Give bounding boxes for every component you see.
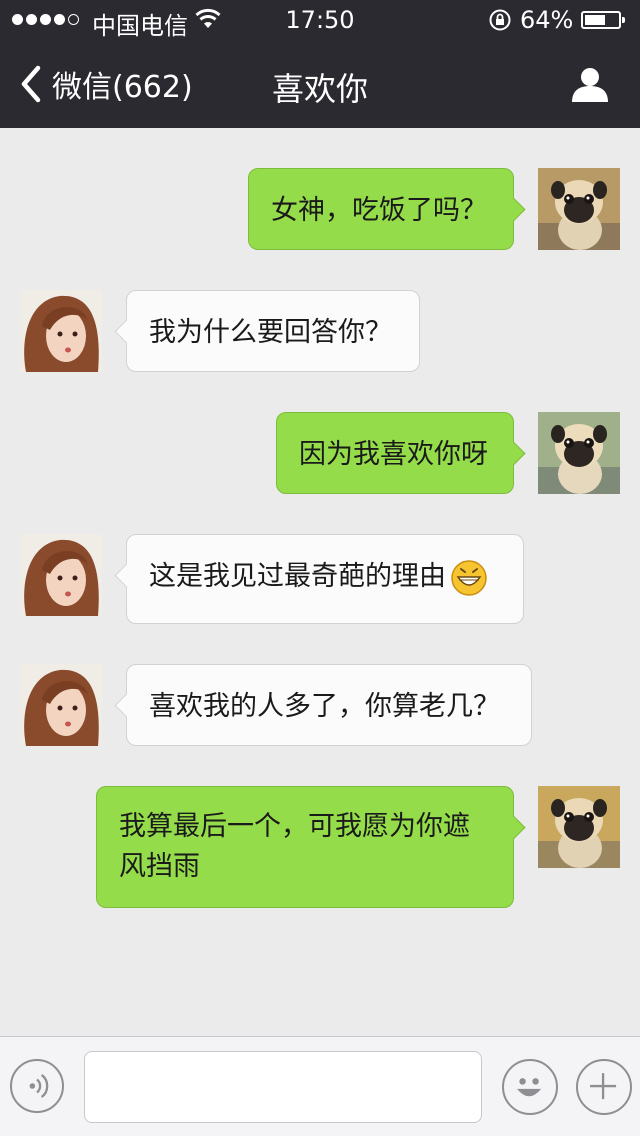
message-input[interactable] — [84, 1051, 482, 1123]
sent-bubble[interactable]: 因为我喜欢你呀 — [276, 412, 526, 494]
sent-bubble[interactable]: 女神，吃饭了吗？ — [248, 168, 526, 250]
battery-percent: 64% — [520, 6, 574, 34]
message-text: 我为什么要回答你？ — [149, 317, 392, 348]
chat-area[interactable]: 女神，吃饭了吗？ 我为什么要回答你？ 因为我喜欢你呀 这是我见过最奇葩的理由 喜… — [0, 128, 640, 1036]
received-bubble[interactable]: 我为什么要回答你？ — [114, 290, 420, 372]
girl-avatar[interactable] — [20, 290, 102, 372]
smiley-icon[interactable] — [502, 1059, 558, 1115]
grinning-emoji-icon — [451, 559, 487, 596]
message-text: 我算最后一个，可我愿为你遮风挡雨 — [119, 811, 470, 882]
plus-icon[interactable] — [576, 1059, 632, 1115]
top-bar: 中国电信 17:50 64% 微信(662) 喜欢你 — [0, 0, 640, 128]
girl-avatar-image — [20, 664, 102, 746]
person-icon[interactable] — [568, 64, 612, 104]
input-bar — [0, 1036, 640, 1136]
received-bubble[interactable]: 这是我见过最奇葩的理由 — [114, 534, 524, 624]
received-bubble[interactable]: 喜欢我的人多了，你算老几？ — [114, 664, 532, 746]
battery-level — [585, 15, 605, 25]
status-bar: 中国电信 17:50 64% — [0, 0, 640, 40]
chat-title: 喜欢你 — [271, 70, 368, 108]
message-text: 这是我见过最奇葩的理由 — [149, 561, 446, 592]
message-text: 因为我喜欢你呀 — [299, 439, 488, 470]
message-text: 喜欢我的人多了，你算老几？ — [149, 691, 500, 722]
message-text: 女神，吃饭了吗？ — [271, 195, 487, 226]
rotation-lock-icon — [489, 9, 511, 31]
pug-avatar[interactable] — [538, 168, 620, 250]
girl-avatar-image — [20, 534, 102, 616]
pug-avatar-image — [538, 786, 620, 868]
girl-avatar[interactable] — [20, 534, 102, 616]
pug-avatar-image — [538, 168, 620, 250]
sent-bubble[interactable]: 我算最后一个，可我愿为你遮风挡雨 — [96, 786, 526, 908]
girl-avatar[interactable] — [20, 664, 102, 746]
girl-avatar-image — [20, 290, 102, 372]
battery-icon — [581, 11, 625, 29]
voice-icon[interactable] — [10, 1059, 64, 1113]
pug-avatar[interactable] — [538, 786, 620, 868]
pug-avatar-image — [538, 412, 620, 494]
pug-avatar[interactable] — [538, 412, 620, 494]
